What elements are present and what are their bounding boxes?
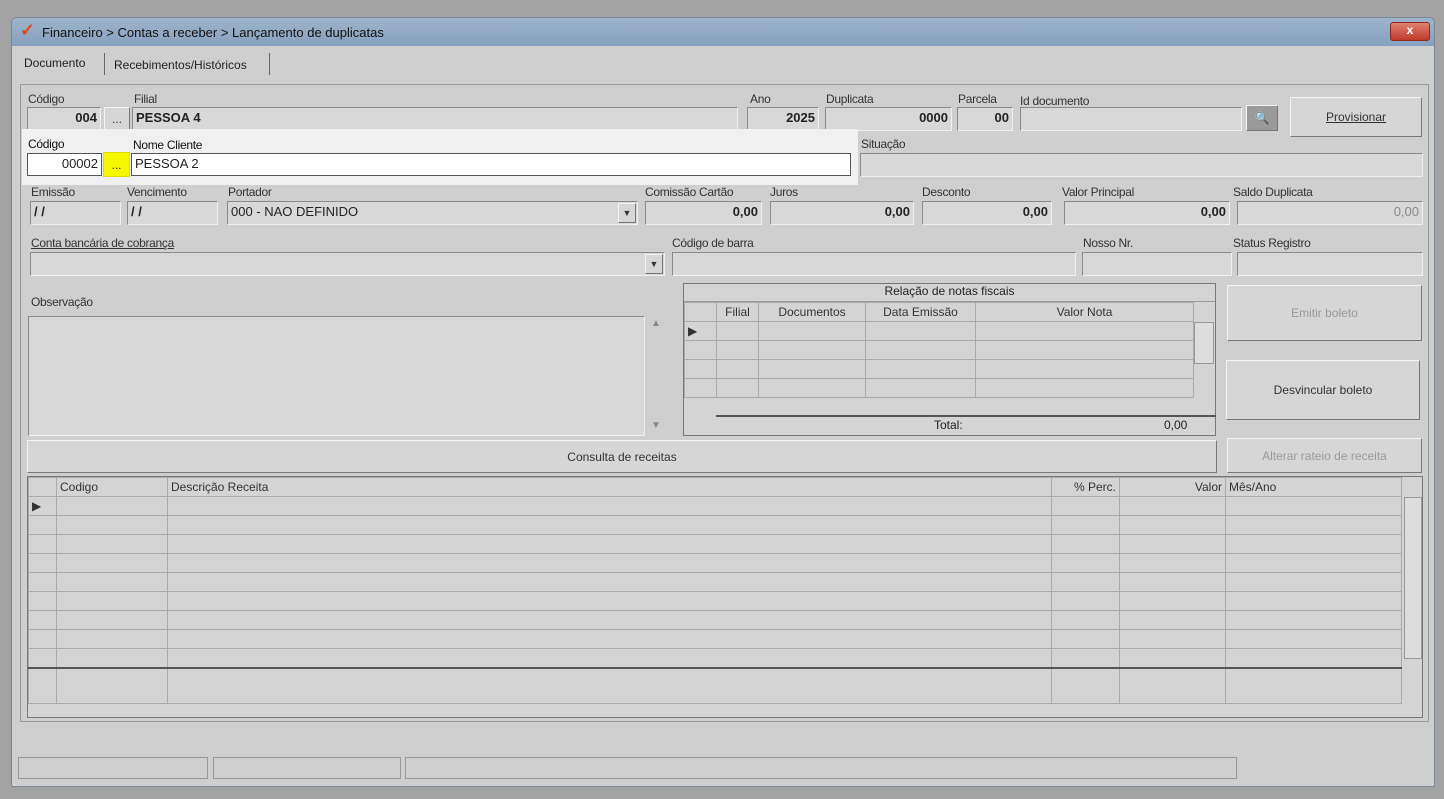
table-row[interactable]: ▶ [28, 496, 1402, 516]
desconto-field[interactable]: 0,00 [922, 201, 1052, 225]
notas-scrollbar[interactable] [1194, 322, 1214, 364]
portador-label: Portador [228, 185, 272, 199]
tab-recebimentos[interactable]: Recebimentos/Históricos [114, 58, 247, 72]
notas-title: Relação de notas fiscais [684, 284, 1215, 302]
vencimento-field[interactable]: / / [127, 201, 218, 225]
nome-cliente-field[interactable]: PESSOA 2 [131, 153, 851, 176]
col-perc: % Perc. [1051, 477, 1120, 497]
nosso-nr-label: Nosso Nr. [1083, 236, 1133, 250]
comissao-label: Comissão Cartão [645, 185, 734, 199]
col-codigo: Codigo [56, 477, 168, 497]
table-row[interactable] [28, 534, 1402, 554]
table-row[interactable]: ▶ [684, 321, 1194, 341]
chevron-down-icon: ▼ [649, 259, 659, 269]
portador-dropdown-button[interactable]: ▼ [618, 203, 636, 223]
provisionar-button[interactable]: Provisionar [1290, 97, 1422, 137]
app-logo-icon: ✓ [20, 20, 36, 40]
tab-divider [104, 53, 105, 75]
situacao-field[interactable] [860, 153, 1423, 177]
notas-total-label: Total: [934, 418, 963, 432]
window-title: Financeiro > Contas a receber > Lançamen… [42, 25, 384, 40]
table-row[interactable] [28, 515, 1402, 535]
saldo-field[interactable]: 0,00 [1237, 201, 1423, 225]
table-row[interactable] [684, 378, 1194, 398]
valor-principal-field[interactable]: 0,00 [1064, 201, 1230, 225]
tab-divider [269, 53, 270, 75]
search-icon: 🔍 [1254, 111, 1270, 125]
observacao-textarea[interactable] [28, 316, 645, 436]
consulta-receitas-button[interactable]: Consulta de receitas [27, 440, 1217, 473]
cliente-codigo-label: Código [28, 137, 65, 151]
title-bar: ✓ Financeiro > Contas a receber > Lançam… [12, 18, 1434, 46]
vencimento-label: Vencimento [127, 185, 187, 199]
scroll-up-icon[interactable]: ▲ [651, 318, 661, 329]
receitas-scrollbar[interactable] [1404, 497, 1422, 659]
codigo-barra-label: Código de barra [672, 236, 754, 250]
col-filial: Filial [716, 302, 759, 322]
status-panel [213, 757, 401, 779]
col-valor-nota: Valor Nota [975, 302, 1194, 322]
emissao-label: Emissão [31, 185, 75, 199]
status-registro-label: Status Registro [1233, 236, 1311, 250]
filial-nome-field[interactable]: PESSOA 4 [132, 107, 738, 131]
nosso-nr-field[interactable] [1082, 252, 1232, 276]
table-row[interactable] [684, 340, 1194, 360]
notas-total-value: 0,00 [1164, 418, 1188, 432]
filial-codigo-label: Código [28, 92, 65, 106]
juros-field[interactable]: 0,00 [770, 201, 914, 225]
juros-label: Juros [770, 185, 798, 199]
table-row[interactable] [28, 553, 1402, 573]
table-row[interactable] [684, 359, 1194, 379]
col-mes-ano: Mês/Ano [1225, 477, 1402, 497]
receitas-grid: Codigo Descrição Receita % Perc. Valor M… [27, 476, 1423, 718]
parcela-label: Parcela [958, 92, 997, 106]
status-panel [18, 757, 208, 779]
ano-label: Ano [750, 92, 771, 106]
notas-fiscais-grid: Relação de notas fiscais Filial Document… [683, 283, 1216, 436]
scroll-down-icon[interactable]: ▼ [651, 420, 661, 431]
emissao-field[interactable]: / / [30, 201, 121, 225]
conta-select[interactable] [30, 252, 665, 276]
conta-label: Conta bancária de cobrança [31, 236, 174, 250]
table-row[interactable] [28, 648, 1402, 668]
saldo-label: Saldo Duplicata [1233, 185, 1313, 199]
status-panel [405, 757, 1237, 779]
table-row[interactable] [28, 610, 1402, 630]
table-row[interactable] [28, 572, 1402, 592]
chevron-down-icon: ▼ [622, 208, 632, 218]
close-button[interactable]: x [1390, 22, 1430, 41]
parcela-field[interactable]: 00 [957, 107, 1013, 131]
id-documento-label: Id documento [1020, 94, 1090, 108]
col-data-emissao: Data Emissão [865, 302, 976, 322]
comissao-field[interactable]: 0,00 [645, 201, 762, 225]
codigo-barra-field[interactable] [672, 252, 1076, 276]
portador-select[interactable]: 000 - NAO DEFINIDO [227, 201, 638, 225]
table-row[interactable] [28, 591, 1402, 611]
duplicata-field[interactable]: 0000 [825, 107, 952, 131]
tab-documento[interactable]: Documento [24, 56, 85, 70]
col-valor: Valor [1119, 477, 1226, 497]
alterar-rateio-button[interactable]: Alterar rateio de receita [1227, 438, 1422, 473]
duplicata-label: Duplicata [826, 92, 874, 106]
search-button[interactable]: 🔍 [1246, 105, 1278, 131]
filial-codigo-field[interactable]: 004 [27, 107, 101, 131]
table-row[interactable] [28, 629, 1402, 649]
situacao-label: Situação [861, 137, 906, 151]
filial-browse-button[interactable]: ... [104, 107, 130, 131]
desvincular-boleto-button[interactable]: Desvincular boleto [1226, 360, 1420, 420]
desconto-label: Desconto [922, 185, 971, 199]
id-documento-field[interactable] [1020, 107, 1242, 131]
cliente-codigo-field[interactable]: 00002 [27, 153, 102, 176]
status-registro-field[interactable] [1237, 252, 1423, 276]
valor-principal-label: Valor Principal [1062, 185, 1134, 199]
nome-cliente-label: Nome Cliente [133, 138, 203, 152]
filial-label: Filial [134, 92, 157, 106]
ano-field[interactable]: 2025 [747, 107, 819, 131]
col-descricao: Descrição Receita [167, 477, 1052, 497]
conta-dropdown-button[interactable]: ▼ [645, 254, 663, 274]
observacao-label: Observação [31, 295, 93, 309]
col-documentos: Documentos [758, 302, 866, 322]
cliente-browse-button[interactable]: ... [103, 152, 130, 177]
emitir-boleto-button[interactable]: Emitir boleto [1227, 285, 1422, 341]
